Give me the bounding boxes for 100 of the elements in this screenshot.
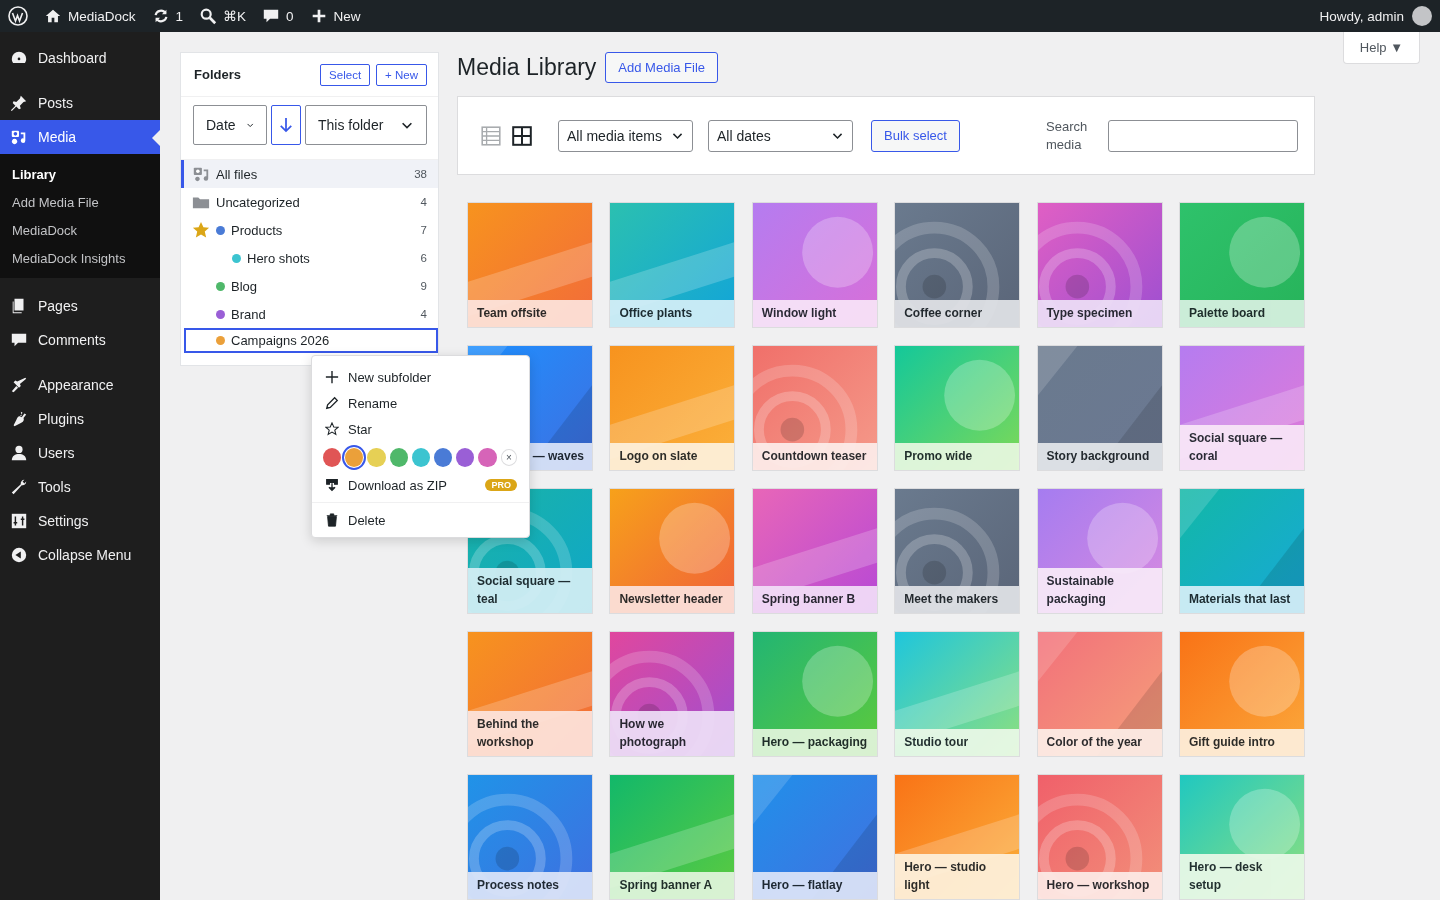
sidebar-item[interactable]: Dashboard: [0, 41, 160, 75]
media-tile[interactable]: Type specimen: [1036, 202, 1163, 328]
media-type-dropdown[interactable]: All media items: [558, 119, 693, 152]
media-tile[interactable]: Spring banner A: [609, 774, 736, 900]
sidebar-item[interactable]: Tools: [0, 470, 160, 504]
grid-view-icon[interactable]: [511, 124, 533, 147]
user-icon: [10, 444, 28, 462]
clear-color-button[interactable]: ×: [500, 448, 517, 466]
account-link[interactable]: Howdy, admin: [1319, 6, 1432, 26]
sidebar-item[interactable]: Posts: [0, 86, 160, 120]
new-folder-button[interactable]: + New: [376, 63, 427, 86]
media-tile[interactable]: Window light: [751, 202, 878, 328]
media-tile[interactable]: Meet the makers: [894, 488, 1021, 614]
media-tile[interactable]: Coffee corner: [894, 202, 1021, 328]
updates-link[interactable]: 1: [151, 7, 184, 25]
media-tile[interactable]: Logo on slate: [609, 345, 736, 471]
media-tile[interactable]: Process notes: [467, 774, 593, 900]
media-tile[interactable]: Countdown teaser: [751, 345, 878, 471]
select-button[interactable]: Select: [320, 63, 371, 86]
media-tile[interactable]: Newsletter header: [609, 488, 736, 614]
wordpress-logo-icon[interactable]: [8, 6, 28, 26]
plus-icon: [325, 370, 339, 384]
home-icon: [44, 7, 62, 25]
sort-dropdown[interactable]: Date: [193, 105, 267, 145]
folder-row[interactable]: Campaigns 2026: [184, 328, 438, 353]
color-swatch[interactable]: [367, 447, 386, 467]
submenu-item[interactable]: Library: [0, 160, 160, 188]
trash-icon: [325, 513, 339, 527]
tile-caption: Logo on slate: [610, 443, 735, 470]
sidebar-item[interactable]: Comments: [0, 323, 160, 357]
color-swatch[interactable]: [478, 447, 497, 467]
media-tile[interactable]: Team offsite: [467, 202, 593, 328]
tile-caption: Countdown teaser: [752, 443, 877, 470]
media-tile[interactable]: Hero — workshop: [1036, 774, 1163, 900]
color-swatch[interactable]: [389, 447, 408, 467]
tile-caption: Type specimen: [1037, 300, 1162, 327]
folder-count: 9: [420, 280, 427, 292]
search-field[interactable]: [1108, 119, 1298, 152]
list-view-icon[interactable]: [480, 124, 502, 147]
folder-row[interactable]: Products 7: [181, 216, 438, 244]
tile-caption: Sustainable packaging: [1037, 568, 1162, 613]
sidebar-item[interactable]: Pages: [0, 289, 160, 323]
sidebar-item[interactable]: Media: [0, 120, 160, 154]
color-swatch[interactable]: [456, 447, 475, 467]
tile-caption: Spring banner A: [610, 872, 735, 899]
date-dropdown[interactable]: All dates: [708, 119, 853, 152]
new-link[interactable]: New: [309, 7, 361, 25]
sidebar-item[interactable]: Plugins: [0, 402, 160, 436]
sidebar-item[interactable]: Users: [0, 436, 160, 470]
media-tile[interactable]: How we photograph: [609, 631, 736, 757]
color-swatch[interactable]: [411, 447, 430, 467]
tile-caption: Office plants: [610, 300, 735, 327]
tile-caption: Window light: [752, 300, 877, 327]
media-tile[interactable]: Office plants: [609, 202, 736, 328]
comments-link[interactable]: 0: [262, 7, 294, 25]
media-tile[interactable]: Sustainable packaging: [1036, 488, 1163, 614]
media-tile[interactable]: Studio tour: [894, 631, 1021, 757]
tile-caption: Social square — teal: [468, 568, 592, 613]
bulk-select-button[interactable]: Bulk select: [871, 119, 960, 152]
submenu-item[interactable]: MediaDock Insights: [0, 244, 160, 272]
sort-direction-button[interactable]: [271, 105, 301, 145]
search-icon: [199, 7, 218, 25]
sidebar-item[interactable]: Settings: [0, 504, 160, 538]
search-link[interactable]: ⌘K: [199, 7, 247, 25]
media-tile[interactable]: Hero — packaging: [751, 631, 878, 757]
media-tile[interactable]: Hero — studio light: [894, 774, 1021, 900]
color-swatch[interactable]: [345, 447, 364, 467]
add-media-button[interactable]: Add Media File: [605, 52, 719, 83]
media-tile[interactable]: Color of the year: [1036, 631, 1163, 757]
brush-icon: [10, 376, 28, 394]
folder-row[interactable]: Hero shots 6: [181, 244, 438, 272]
media-tile[interactable]: Behind the workshop: [467, 631, 593, 757]
scope-dropdown[interactable]: This folder: [305, 105, 427, 145]
submenu-item[interactable]: MediaDock: [0, 216, 160, 244]
help-button[interactable]: Help ▼: [1342, 32, 1420, 64]
media-tile[interactable]: Gift guide intro: [1178, 631, 1305, 757]
tile-caption: Process notes: [468, 872, 592, 899]
color-swatch[interactable]: [434, 447, 453, 467]
folder-row[interactable]: Uncategorized 4: [181, 188, 438, 216]
media-tile[interactable]: Promo wide: [894, 345, 1021, 471]
media-tile[interactable]: Hero — flatlay: [751, 774, 878, 900]
sidebar-item[interactable]: Collapse Menu: [0, 538, 160, 572]
submenu-item[interactable]: Add Media File: [0, 188, 160, 216]
media-tile[interactable]: Hero — desk setup: [1178, 774, 1305, 900]
sidebar-item[interactable]: Appearance: [0, 368, 160, 402]
panel-title: Folders: [194, 67, 242, 82]
media-tile[interactable]: Materials that last: [1178, 488, 1305, 614]
media-tile[interactable]: Social square — coral: [1178, 345, 1305, 471]
folder-row[interactable]: Blog 9: [181, 272, 438, 300]
folder-row[interactable]: All files 38: [181, 160, 438, 188]
folder-row[interactable]: Brand 4: [181, 300, 438, 328]
tile-caption: Newsletter header: [610, 586, 735, 613]
color-swatch[interactable]: [323, 447, 342, 467]
folder-count: 6: [420, 252, 427, 264]
media-tile[interactable]: Palette board: [1178, 202, 1305, 328]
media-tile[interactable]: Spring banner B: [751, 488, 878, 614]
tile-caption: Behind the workshop: [468, 711, 592, 756]
tile-caption: Story background: [1037, 443, 1162, 470]
media-tile[interactable]: Story background: [1036, 345, 1163, 471]
site-link[interactable]: MediaDock: [44, 7, 136, 25]
